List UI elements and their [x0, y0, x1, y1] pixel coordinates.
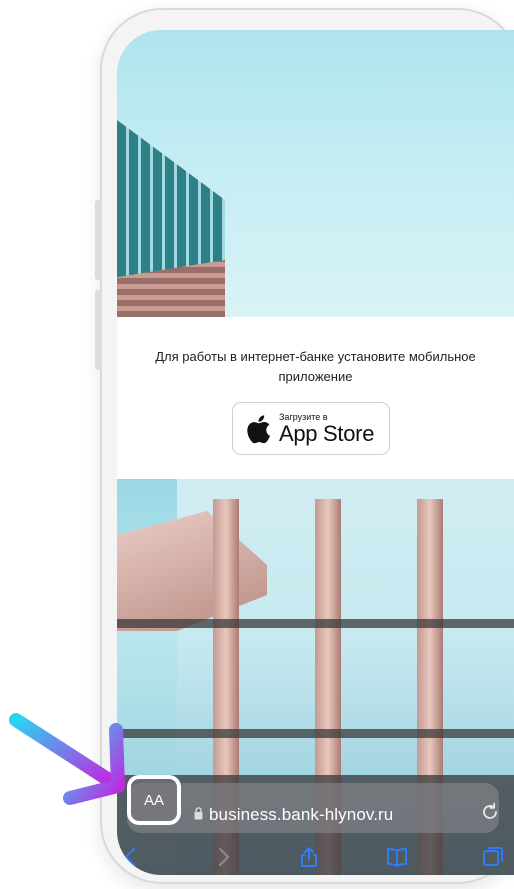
- tabs-icon[interactable]: [481, 845, 505, 869]
- bookmarks-icon[interactable]: [385, 845, 409, 869]
- app-store-big-label: App Store: [279, 420, 375, 446]
- facade-beam: [117, 619, 514, 628]
- top-building-photo: [117, 30, 514, 320]
- app-store-label: Загрузите в App Store: [279, 412, 374, 446]
- back-icon[interactable]: [119, 845, 143, 869]
- banner-message: Для работы в интернет-банке установите м…: [155, 349, 476, 384]
- reload-icon[interactable]: [479, 801, 501, 823]
- forward-icon[interactable]: [211, 845, 235, 869]
- install-app-banner: Для работы в интернет-банке установите м…: [117, 317, 514, 479]
- app-store-small-label: Загрузите в: [279, 411, 328, 422]
- volume-down-button: [95, 290, 102, 370]
- app-store-button[interactable]: Загрузите в App Store: [232, 402, 390, 455]
- apple-logo-icon: [247, 414, 270, 443]
- pointer-arrow-icon: [9, 713, 125, 805]
- volume-up-button: [95, 200, 102, 280]
- url-text: business.bank-hlynov.ru: [209, 805, 394, 824]
- share-icon[interactable]: [297, 845, 321, 869]
